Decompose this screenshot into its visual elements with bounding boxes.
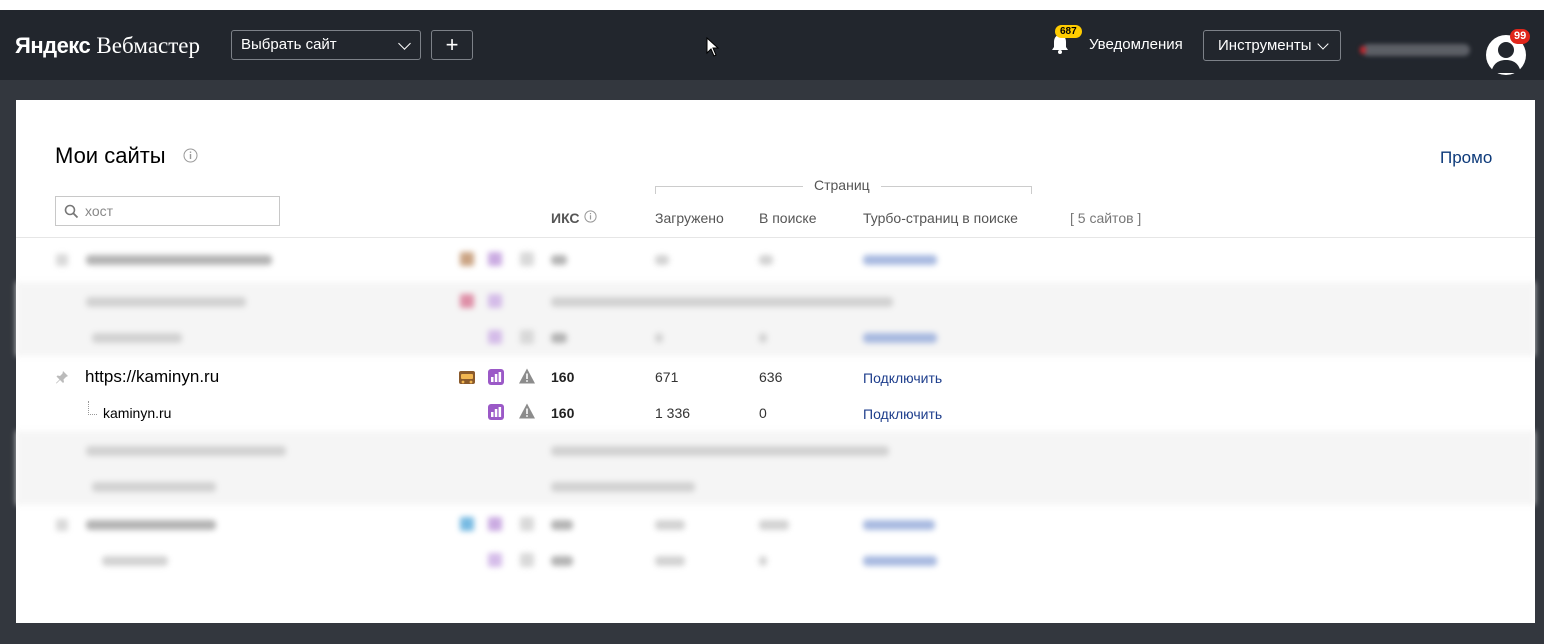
site-count: [ 5 сайтов ] [1070,210,1142,226]
value-blurred [759,333,767,343]
logo-product: Вебмастер [96,33,200,58]
turbo-connect-link[interactable]: Подключить [863,406,942,422]
pages-group-label: Страниц [803,177,881,193]
table-row-blurred[interactable] [16,240,1535,282]
stats-icon[interactable] [487,403,505,421]
table-row-blurred[interactable] [16,282,1535,356]
message-blurred [551,446,889,456]
pin-icon[interactable] [55,370,69,384]
host-blurred [92,482,216,492]
host-search-box[interactable] [55,196,280,226]
pages-loaded-value: 1 336 [655,405,691,421]
host-blurred [86,446,286,456]
message-blurred [551,482,695,492]
host-blurred [86,520,216,530]
link-blurred [863,333,937,343]
value-blurred [759,520,789,530]
column-header-loaded[interactable]: Загружено [655,210,724,226]
pin-icon [56,519,68,531]
table-row[interactable] [16,396,1535,430]
site-quality-badge-icon[interactable] [458,368,476,386]
pages-in-search-value: 0 [759,405,767,421]
value-blurred [655,520,685,530]
value-blurred [759,255,773,265]
search-input[interactable] [85,201,270,221]
column-header-turbo[interactable]: Турбо-страниц в поиске [863,210,1018,226]
value-blurred [551,333,567,343]
mouse-cursor-icon [706,37,720,57]
logo[interactable]: Яндекс Вебмастер [15,33,200,59]
logo-brand: Яндекс [15,33,91,58]
info-icon[interactable] [183,148,198,163]
stats-icon [488,517,502,531]
chart-icon [520,252,534,266]
value-blurred [551,520,573,530]
site-select-label: Выбрать сайт [241,36,337,53]
chevron-down-icon [1317,38,1329,50]
badge-icon [460,294,474,308]
host-blurred [86,255,272,265]
stats-icon[interactable] [487,368,505,386]
chart-icon [520,553,534,567]
tools-dropdown[interactable]: Инструменты [1203,30,1341,61]
tools-label: Инструменты [1218,37,1312,54]
pages-loaded-value: 671 [655,369,679,385]
page-title: Мои сайты [55,143,166,168]
stats-icon [488,294,502,308]
message-blurred [551,297,893,307]
link-blurred [863,556,937,566]
iks-value: 160 [551,369,575,385]
site-host-link[interactable]: kaminyn.ru [103,405,171,421]
promo-link[interactable]: Промо [1440,148,1492,168]
value-blurred [655,333,663,343]
top-header: Яндекс Вебмастер Выбрать сайт + 687 Увед… [0,10,1544,80]
pages-in-search-value: 636 [759,369,783,385]
add-site-button[interactable]: + [431,30,473,60]
site-select-dropdown[interactable]: Выбрать сайт [231,30,421,60]
iks-value: 160 [551,405,575,421]
value-blurred [551,556,573,566]
search-icon [64,204,79,219]
tree-connector [88,401,97,415]
link-blurred [863,520,935,530]
pin-icon [56,254,68,266]
host-blurred [86,297,246,307]
value-blurred [655,556,685,566]
site-host-link[interactable]: https://kaminyn.ru [85,367,219,387]
stats-icon [488,330,502,344]
column-header-in-search[interactable]: В поиске [759,210,816,226]
warning-icon[interactable] [518,402,536,420]
chart-icon [520,330,534,344]
turbo-connect-link[interactable]: Подключить [863,370,942,386]
notifications-count-badge: 687 [1055,25,1082,38]
link-blurred [863,255,937,265]
host-blurred [92,333,182,343]
window-top-strip [0,0,1544,10]
avatar-notification-badge: 99 [1510,29,1531,44]
warning-icon[interactable] [518,367,536,385]
badge-icon [460,252,474,266]
stats-icon [488,252,502,266]
stats-icon [488,553,502,567]
column-header-iks[interactable]: ИКС [551,210,580,226]
table-row-blurred[interactable] [16,505,1535,581]
value-blurred [655,255,669,265]
value-blurred [759,556,767,566]
user-login-blurred[interactable] [1360,44,1470,56]
table-row-blurred[interactable] [16,431,1535,505]
table-header-divider [16,237,1535,238]
value-blurred [551,255,567,265]
host-blurred [102,556,168,566]
chevron-down-icon [398,37,411,50]
notifications-link[interactable]: Уведомления [1089,36,1183,53]
chart-icon [520,517,534,531]
badge-icon [460,517,474,531]
info-icon[interactable] [584,210,597,223]
